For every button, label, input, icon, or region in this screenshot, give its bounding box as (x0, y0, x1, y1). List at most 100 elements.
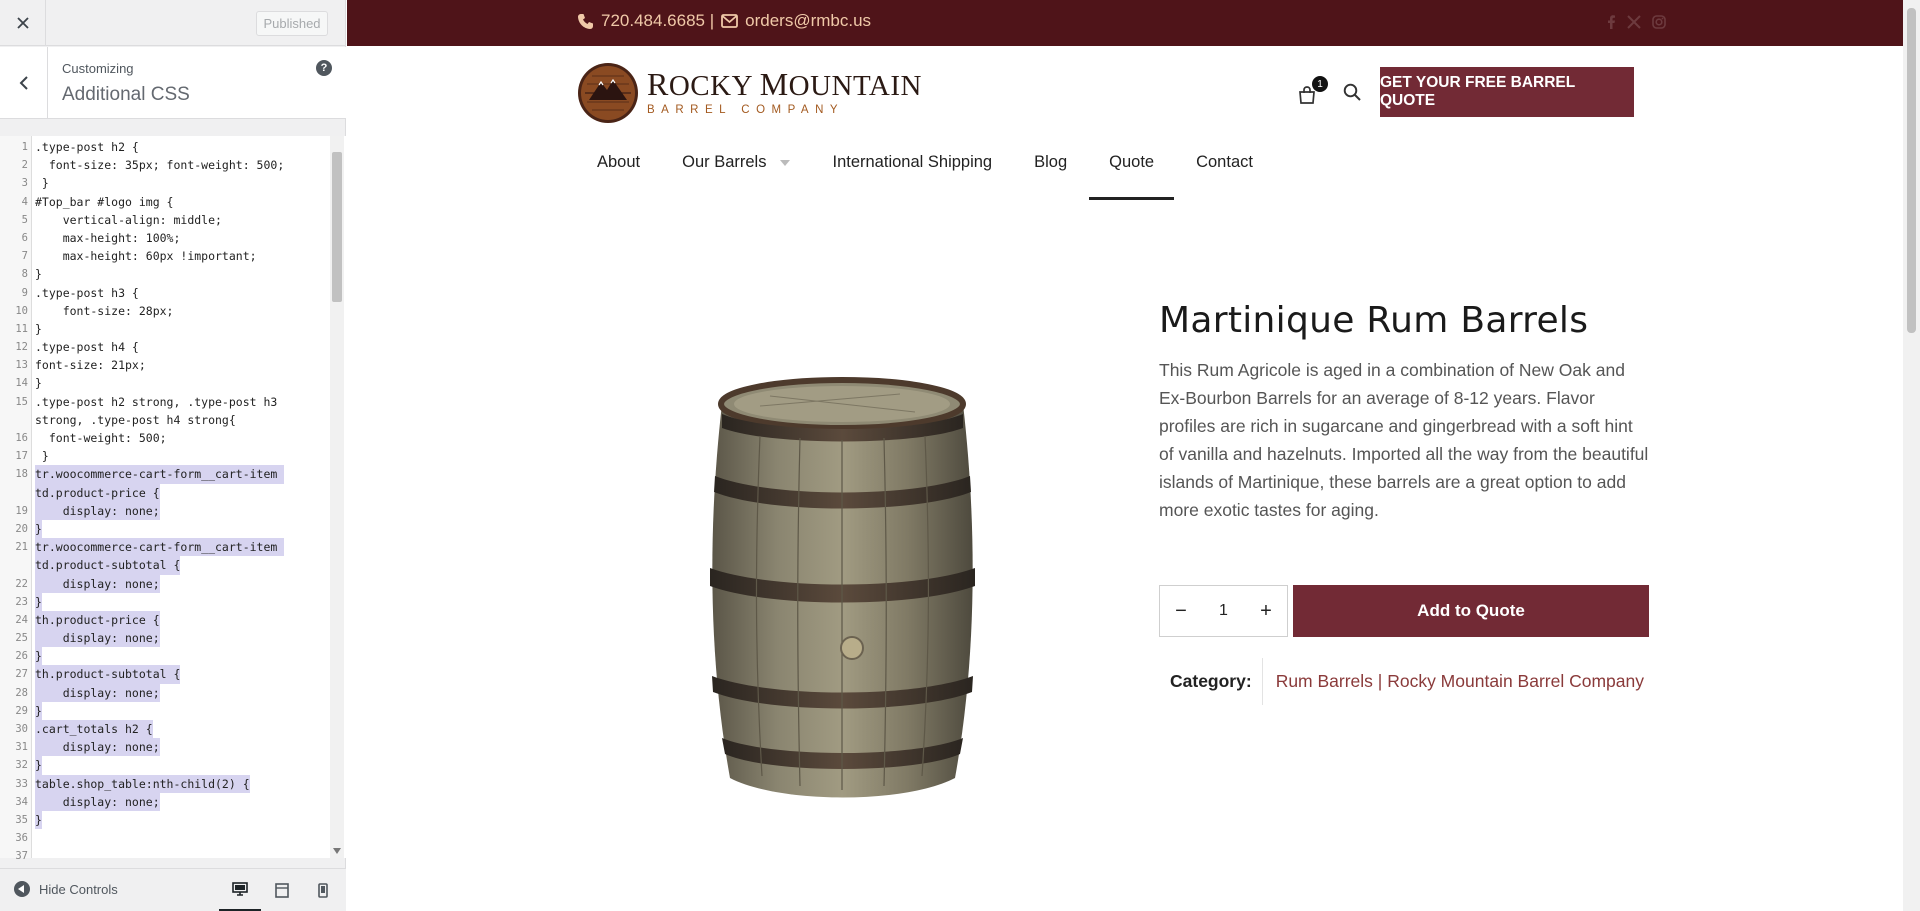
facebook-icon[interactable] (1606, 15, 1616, 29)
code-line[interactable]: 3 } (0, 174, 330, 192)
instagram-icon[interactable] (1652, 15, 1666, 29)
code-line[interactable]: strong, .type-post h4 strong{ (0, 411, 330, 429)
line-number: 19 (15, 504, 28, 517)
free-barrel-quote-button[interactable]: GET YOUR FREE BARREL QUOTE (1380, 67, 1634, 117)
code-line[interactable]: 10 font-size: 28px; (0, 302, 330, 320)
editor-scrollbar-thumb[interactable] (332, 152, 342, 302)
code-line[interactable]: td.product-price { (0, 483, 330, 502)
logo-title-rest-2: OUNTAIN (788, 70, 922, 102)
code-line[interactable]: 16 font-weight: 500; (0, 429, 330, 447)
preview-scrollbar-thumb[interactable] (1907, 8, 1916, 333)
code-line[interactable]: 7 max-height: 60px !important; (0, 247, 330, 265)
desktop-icon (232, 882, 248, 896)
code-line[interactable]: 36 (0, 829, 330, 847)
code-line[interactable]: 9 .type-post h3 { (0, 284, 330, 302)
code-line[interactable]: td.product-subtotal { (0, 556, 330, 575)
code-line[interactable]: 2 font-size: 35px; font-weight: 500; (0, 156, 330, 174)
code-lines[interactable]: 1 .type-post h2 {2 font-size: 35px; font-… (0, 138, 330, 866)
code-line[interactable]: 21 tr.woocommerce-cart-form__cart-item (0, 538, 330, 557)
line-number: 18 (15, 468, 28, 481)
code-line[interactable]: 31 display: none; (0, 738, 330, 757)
code-text: td.product-subtotal { (35, 556, 181, 575)
scroll-down-arrow-icon[interactable] (333, 848, 341, 854)
code-line[interactable]: 22 display: none; (0, 574, 330, 593)
line-number: 5 (21, 213, 28, 226)
code-line[interactable]: 1 .type-post h2 { (0, 138, 330, 156)
line-number: 25 (15, 632, 28, 645)
code-line[interactable]: 12 .type-post h4 { (0, 338, 330, 356)
quantity-increase-button[interactable]: + (1245, 586, 1287, 636)
code-text: tr.woocommerce-cart-form__cart-item (35, 538, 285, 557)
back-button[interactable] (0, 47, 48, 118)
add-to-quote-button[interactable]: Add to Quote (1293, 585, 1649, 637)
code-line[interactable]: 24 th.product-price { (0, 610, 330, 630)
code-line[interactable]: 8} (0, 265, 330, 283)
line-number: 31 (15, 741, 28, 754)
help-icon[interactable]: ? (316, 60, 332, 76)
line-number: 34 (15, 795, 28, 808)
code-line[interactable]: 32} (0, 756, 330, 775)
code-line[interactable]: 29} (0, 701, 330, 721)
css-code-editor[interactable]: 1 .type-post h2 {2 font-size: 35px; font-… (0, 136, 346, 862)
code-line[interactable]: 4 #Top_bar #logo img { (0, 193, 330, 211)
code-text: display: none; (35, 738, 160, 757)
code-text: .type-post h2 { (35, 140, 139, 154)
code-line[interactable]: 27 th.product-subtotal { (0, 665, 330, 684)
phone-number[interactable]: 720.484.6685 | (601, 11, 714, 31)
preview-desktop-button[interactable] (219, 869, 261, 911)
code-line[interactable]: 26} (0, 647, 330, 666)
quantity-input[interactable]: 1 (1202, 602, 1245, 620)
nav-contact[interactable]: Contact (1196, 153, 1253, 200)
code-text: vertical-align: middle; (35, 212, 222, 227)
code-line[interactable]: 14} (0, 374, 330, 392)
search-button[interactable] (1343, 83, 1365, 105)
cart-button[interactable]: 1 (1298, 76, 1328, 106)
nav-our-barrels[interactable]: Our Barrels (682, 153, 791, 200)
code-line[interactable]: 33 table.shop_table:nth-child(2) { (0, 774, 330, 793)
close-customizer-button[interactable] (0, 0, 46, 46)
published-button[interactable]: Published (256, 11, 328, 36)
preview-scrollbar[interactable] (1903, 0, 1920, 911)
code-line[interactable]: 35} (0, 810, 330, 830)
code-line[interactable]: 37 (0, 847, 330, 865)
code-line[interactable]: 11} (0, 320, 330, 338)
code-line[interactable]: 5 vertical-align: middle; (0, 211, 330, 229)
preview-tablet-button[interactable] (261, 869, 303, 911)
code-text: } (35, 756, 42, 775)
code-line[interactable]: 23} (0, 592, 330, 611)
code-text: } (35, 701, 42, 721)
site-logo[interactable]: ROCKY MOUNTAIN BARREL COMPANY (577, 62, 922, 124)
product-image-barrel[interactable] (700, 376, 985, 806)
logo-title-cap-m: M (759, 66, 789, 102)
line-number: 32 (15, 759, 28, 772)
nav-about[interactable]: About (597, 153, 640, 200)
code-line[interactable]: 34 display: none; (0, 792, 330, 811)
code-line[interactable]: 28 display: none; (0, 683, 330, 702)
x-twitter-icon[interactable] (1627, 15, 1641, 29)
nav-about-label: About (597, 153, 641, 171)
preview-mobile-button[interactable] (302, 869, 344, 911)
code-line[interactable]: 30 .cart_totals h2 { (0, 720, 330, 739)
line-number: 33 (15, 777, 28, 790)
nav-international-shipping[interactable]: International Shipping (832, 153, 992, 200)
customizer-footer: Hide Controls (0, 868, 346, 911)
hide-controls-button[interactable]: Hide Controls (14, 881, 118, 897)
email-address[interactable]: orders@rmbc.us (745, 11, 871, 31)
code-line[interactable]: 20} (0, 519, 330, 539)
nav-blog[interactable]: Blog (1034, 153, 1067, 200)
code-line[interactable]: 13 font-size: 21px; (0, 356, 330, 374)
line-number: 24 (15, 613, 28, 626)
line-number: 21 (15, 541, 28, 554)
code-text: } (35, 176, 49, 191)
line-number: 10 (15, 304, 28, 317)
code-line[interactable]: 15 .type-post h2 strong, .type-post h3 (0, 393, 330, 411)
code-line[interactable]: 25 display: none; (0, 629, 330, 648)
category-link[interactable]: Rum Barrels | Rocky Mountain Barrel Comp… (1263, 671, 1644, 692)
code-line[interactable]: 17 } (0, 447, 330, 465)
code-line[interactable]: 19 display: none; (0, 501, 330, 520)
code-line[interactable]: 18 tr.woocommerce-cart-form__cart-item (0, 465, 330, 484)
nav-quote[interactable]: Quote (1089, 153, 1175, 200)
code-line[interactable]: 6 max-height: 100%; (0, 229, 330, 247)
editor-scrollbar[interactable] (330, 136, 344, 858)
quantity-decrease-button[interactable]: − (1160, 586, 1202, 636)
